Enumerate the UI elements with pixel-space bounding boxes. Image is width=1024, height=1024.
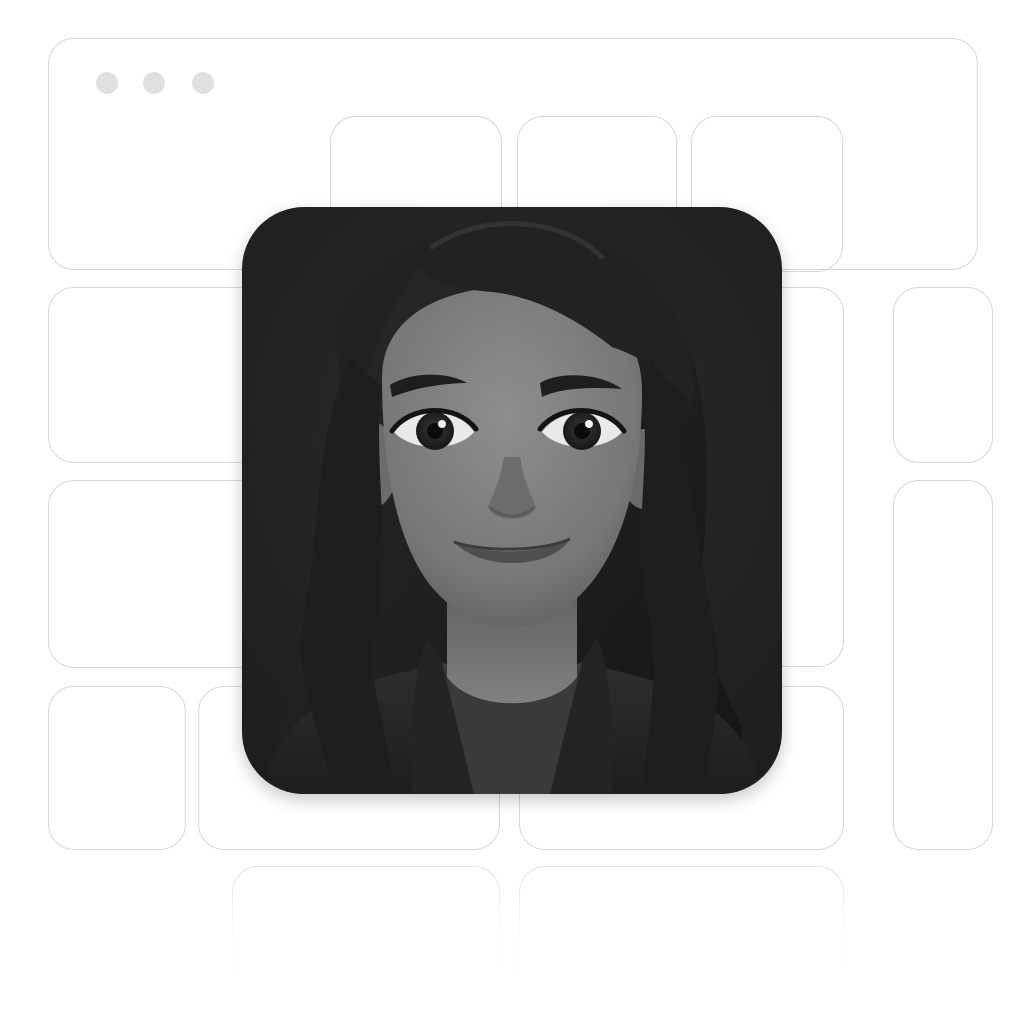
window-dot-2: [143, 72, 165, 94]
wireframe-card: [893, 287, 993, 463]
bottom-fade: [0, 840, 1024, 1024]
avatar-illustration: [242, 207, 782, 794]
wireframe-card: [893, 480, 993, 850]
wireframe-card: [232, 866, 500, 1006]
wireframe-card: [48, 686, 186, 850]
window-dot-1: [96, 72, 118, 94]
window-dot-3: [192, 72, 214, 94]
memoji-woman-avatar-icon: [242, 207, 782, 794]
wireframe-card: [519, 866, 844, 1006]
canvas: [0, 0, 1024, 1024]
